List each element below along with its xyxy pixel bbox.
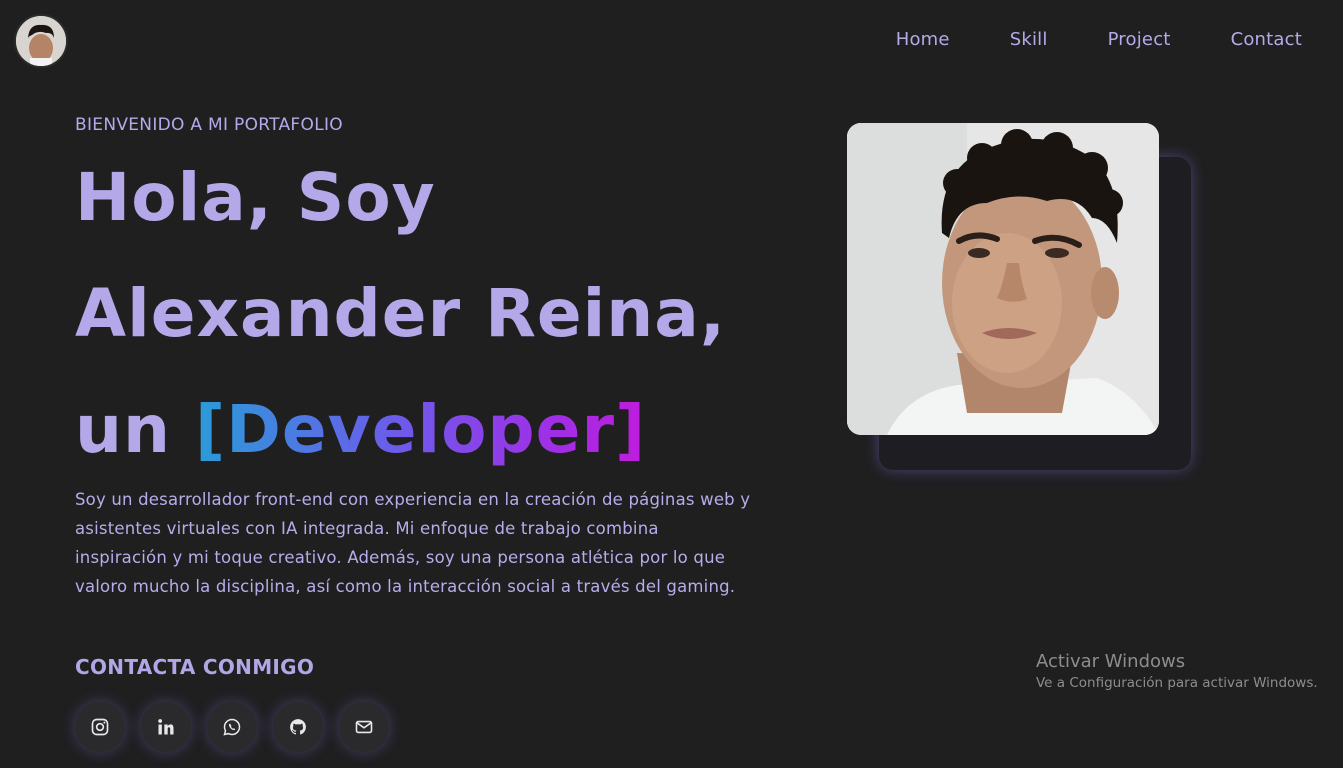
whatsapp-button[interactable]: [207, 702, 257, 752]
nav-home[interactable]: Home: [896, 29, 950, 50]
windows-activation-watermark: Activar Windows Ve a Configuración para …: [1036, 651, 1318, 691]
hero-role: [Developer]: [194, 391, 647, 468]
whatsapp-icon: [223, 718, 241, 736]
github-icon: [290, 719, 306, 735]
linkedin-button[interactable]: [141, 702, 191, 752]
profile-portrait-icon: [847, 123, 1159, 435]
watermark-subtitle: Ve a Configuración para activar Windows.: [1036, 675, 1318, 691]
linkedin-icon: [158, 719, 174, 735]
hero-bio: Soy un desarrollador front-end con exper…: [75, 490, 751, 596]
social-links: [75, 702, 389, 752]
hero-eyebrow: BIENVENIDO A MI PORTAFOLIO: [75, 115, 343, 135]
mail-button[interactable]: [339, 702, 389, 752]
portfolio-page: Home Skill Project Contact BIENVENIDO A …: [0, 0, 1343, 768]
instagram-button[interactable]: [75, 702, 125, 752]
hero-line-3: un [Developer]: [75, 372, 726, 488]
logo-avatar[interactable]: [16, 16, 66, 66]
nav-skill[interactable]: Skill: [1010, 29, 1048, 50]
hero-line-2: Alexander Reina,: [75, 275, 726, 352]
contact-heading: CONTACTA CONMIGO: [75, 655, 315, 679]
hero-line-1: Hola, Soy: [75, 159, 436, 236]
github-button[interactable]: [273, 702, 323, 752]
watermark-title: Activar Windows: [1036, 651, 1186, 672]
mail-icon: [355, 720, 373, 734]
profile-photo: [847, 123, 1159, 435]
avatar-face-icon: [16, 16, 66, 66]
main-nav: Home Skill Project Contact: [896, 29, 1302, 50]
nav-contact[interactable]: Contact: [1231, 29, 1302, 50]
nav-project[interactable]: Project: [1108, 29, 1171, 50]
instagram-icon: [91, 718, 109, 736]
hero-title: Hola, Soy Alexander Reina, un [Developer…: [75, 140, 726, 488]
hero-line-3-prefix: un: [75, 391, 171, 468]
